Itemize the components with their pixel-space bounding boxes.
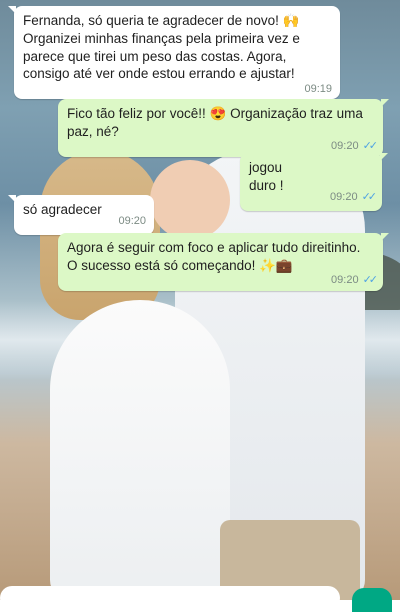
message-bubble-outgoing[interactable]: jogou duro ! 09:20 ✓✓ [240,153,388,211]
message-bubble-outgoing[interactable]: Fico tão feliz por você!! 😍 Organização … [58,99,389,157]
message-text: Fico tão feliz por você!! 😍 Organização … [67,106,363,139]
mic-icon[interactable] [352,588,392,612]
message-time: 09:19 [304,82,332,95]
message-input[interactable] [0,586,340,610]
message-bubble-incoming[interactable]: Fernanda, só queria te agradecer de novo… [8,6,340,100]
message-bubble-outgoing[interactable]: Agora é seguir com foco e aplicar tudo d… [58,233,389,291]
double-check-icon: ✓✓ [362,274,379,287]
woman-face [150,160,230,240]
message-time: 09:20 [331,274,359,287]
message-text: jogou duro ! [249,160,284,193]
double-check-icon: ✓✓ [362,140,379,153]
message-time: 09:20 [331,140,359,153]
message-time: 09:20 [330,191,358,204]
message-text: Fernanda, só queria te agradecer de novo… [23,13,300,82]
message-text: só agradecer [23,202,102,217]
message-time: 09:20 [118,215,146,228]
message-text: Agora é seguir com foco e aplicar tudo d… [67,240,361,273]
woman-figure [50,300,230,600]
double-check-icon: ✓✓ [361,191,378,204]
message-bubble-incoming[interactable]: só agradecer 09:20 [8,195,154,235]
